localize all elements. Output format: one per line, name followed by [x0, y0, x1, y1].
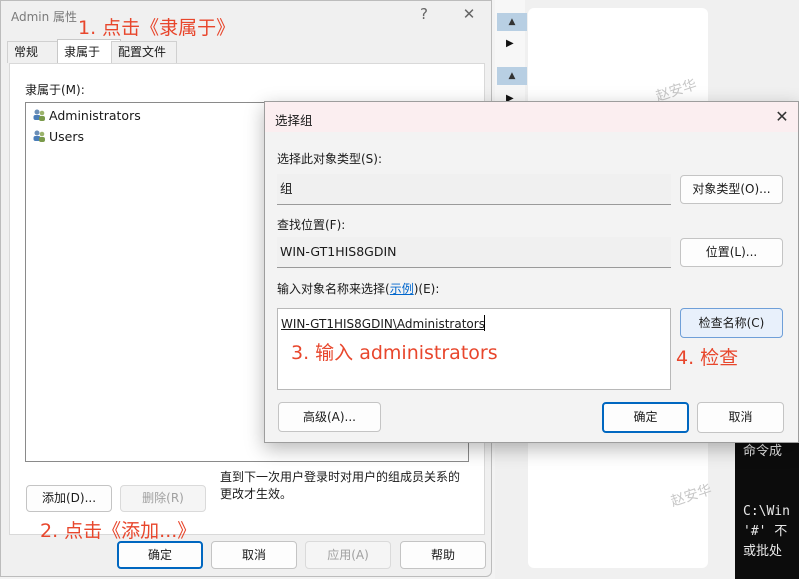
list-item[interactable]: Administrators [32, 107, 141, 125]
member-name: Users [49, 129, 85, 144]
location-label: 查找位置(F): [277, 218, 346, 232]
object-type-field: 组 [277, 174, 671, 205]
object-name-label-suffix: )(E): [413, 282, 440, 296]
terminal-line: '#' 不 [743, 524, 788, 539]
apply-button[interactable]: 应用(A) [305, 541, 391, 569]
list-item[interactable]: Users [32, 128, 84, 146]
advanced-button[interactable]: 高级(A)... [278, 402, 381, 432]
dialog-ok-button[interactable]: 确定 [602, 402, 689, 433]
select-group-dialog: 选择组 ✕ 选择此对象类型(S): 组 对象类型(O)... 查找位置(F): … [264, 101, 799, 443]
member-name: Administrators [49, 108, 141, 123]
dialog-title: 选择组 [275, 113, 313, 128]
cancel-button[interactable]: 取消 [211, 541, 297, 569]
object-name-label: 输入对象名称来选择(示例)(E): [277, 280, 439, 297]
collapse-arrow-icon[interactable]: ▲ [497, 13, 527, 31]
group-icon [33, 109, 45, 121]
object-name-value: WIN-GT1HIS8GDIN\Administrators [281, 317, 485, 331]
object-type-label: 选择此对象类型(S): [277, 152, 383, 166]
location-field: WIN-GT1HIS8GDIN [277, 237, 671, 268]
help-button[interactable]: 帮助 [400, 541, 486, 569]
close-icon[interactable]: ✕ [771, 106, 793, 128]
membership-note: 直到下一次用户登录时对用户的组成员关系的更改才生效。 [220, 470, 461, 501]
examples-link[interactable]: 示例 [390, 282, 414, 296]
dialog-cancel-button[interactable]: 取消 [697, 402, 784, 433]
members-label: 隶属于(M): [25, 83, 85, 97]
dialog-titlebar [265, 102, 798, 132]
check-names-button[interactable]: 检查名称(C) [680, 308, 783, 338]
add-button[interactable]: 添加(D)... [26, 485, 112, 512]
remove-button[interactable]: 删除(R) [120, 485, 206, 512]
tab-general[interactable]: 常规 [7, 41, 59, 63]
text-caret [484, 315, 485, 331]
locations-button[interactable]: 位置(L)... [680, 238, 783, 267]
annotation-step-3: 3. 输入 administrators [291, 342, 498, 364]
annotation-step-1: 1. 点击《隶属于》 [78, 17, 236, 39]
terminal-line: 或批处 [743, 544, 783, 559]
annotation-step-4: 4. 检查 [676, 347, 739, 369]
collapse-arrow-icon[interactable]: ▲ [497, 67, 527, 85]
ok-button[interactable]: 确定 [117, 541, 203, 569]
expand-arrow-icon[interactable]: ▶ [506, 38, 514, 49]
tab-profile[interactable]: 配置文件 [111, 41, 177, 63]
group-icon [33, 130, 45, 142]
close-icon[interactable]: ✕ [457, 5, 481, 23]
window-title: Admin 属性 [11, 10, 78, 24]
annotation-step-2: 2. 点击《添加...》 [40, 520, 197, 542]
terminal-window: 命令成 C:\Win '#' 不 或批处 [735, 420, 799, 579]
help-icon[interactable]: ? [412, 5, 436, 23]
terminal-line: 命令成 [743, 444, 783, 459]
terminal-line: C:\Win [743, 504, 790, 519]
object-types-button[interactable]: 对象类型(O)... [680, 175, 783, 204]
object-name-label-prefix: 输入对象名称来选择( [277, 282, 390, 296]
